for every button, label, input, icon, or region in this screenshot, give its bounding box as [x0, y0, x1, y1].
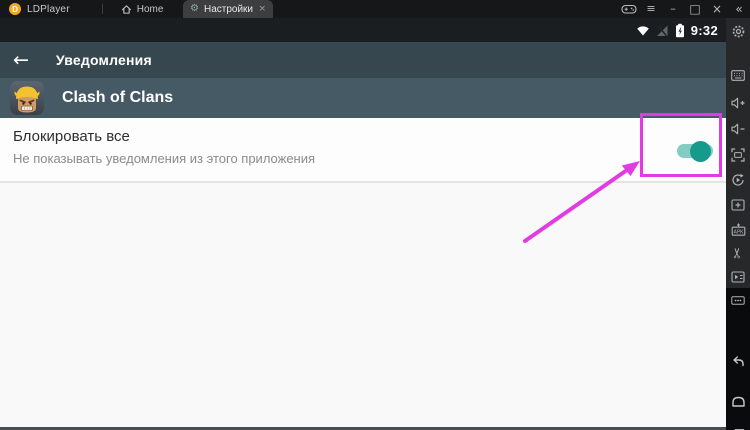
nav-back-button[interactable] [726, 352, 750, 370]
block-all-setting-row[interactable]: Блокировать все Не показывать уведомлени… [0, 118, 726, 183]
tab-settings-label: Настройки [203, 3, 254, 15]
page-title: Уведомления [55, 52, 152, 68]
wifi-icon [636, 25, 649, 35]
sidebar-settings-icon[interactable] [726, 22, 750, 40]
notifications-header: ← Уведомления [0, 42, 726, 78]
ldplayer-logo-icon: D [9, 3, 21, 15]
battery-charging-icon [675, 23, 684, 37]
sidebar-volume-down-icon[interactable] [726, 120, 750, 138]
window-controls: ≡ – □ × « [618, 0, 750, 18]
setting-description: Не показывать уведомления из этого прило… [13, 151, 316, 166]
gamepad-icon[interactable] [618, 0, 640, 18]
statusbar-clock: 9:32 [690, 22, 718, 38]
maximize-icon[interactable]: □ [684, 0, 706, 18]
minimize-icon[interactable]: – [662, 0, 684, 18]
nav-home-button[interactable] [726, 392, 750, 410]
svg-text:APK: APK [733, 229, 744, 235]
setting-title: Блокировать все [13, 128, 130, 145]
sidebar-sync-restart-icon[interactable] [726, 171, 750, 189]
close-icon[interactable]: × [706, 0, 728, 18]
sidebar-install-apk-icon[interactable]: APK [726, 220, 750, 238]
no-signal-icon [656, 25, 668, 36]
annotation-highlight-box [640, 113, 722, 177]
sidebar-volume-up-icon[interactable] [726, 94, 750, 112]
app-title: Clash of Clans [62, 89, 174, 106]
window-app-name: LDPlayer [27, 3, 70, 15]
home-icon [121, 4, 131, 14]
titlebar-separator [101, 4, 103, 14]
clash-of-clans-app-icon [10, 81, 44, 115]
collapse-sidebar-icon[interactable]: « [728, 0, 750, 18]
sidebar-more-icon[interactable] [726, 291, 750, 309]
sidebar-fullscreen-icon[interactable] [726, 146, 750, 164]
android-statusbar: 9:32 [0, 18, 726, 42]
settings-content: Блокировать все Не показывать уведомлени… [0, 118, 726, 427]
menu-icon[interactable]: ≡ [640, 0, 662, 18]
tab-close-icon[interactable]: × [258, 4, 266, 14]
app-row: Clash of Clans [0, 78, 726, 118]
tab-home[interactable]: Home [113, 0, 172, 18]
sidebar-cut-screenshot-icon[interactable]: ✂ [726, 244, 750, 262]
tab-settings[interactable]: ⚙ Настройки × [183, 0, 273, 18]
window-titlebar: D LDPlayer Home ⚙ Настройки × ≡ – □ × « [0, 0, 750, 18]
nav-recents-button[interactable] [726, 425, 750, 430]
back-arrow-icon[interactable]: ← [13, 50, 29, 70]
sidebar-keyboard-icon[interactable] [726, 66, 750, 84]
tab-home-label: Home [136, 3, 164, 15]
emulator-sidebar: APK ✂ [726, 18, 750, 430]
sidebar-add-window-icon[interactable] [726, 196, 750, 214]
settings-gear-icon: ⚙ [190, 3, 199, 14]
sidebar-operation-recorder-icon[interactable] [726, 268, 750, 286]
